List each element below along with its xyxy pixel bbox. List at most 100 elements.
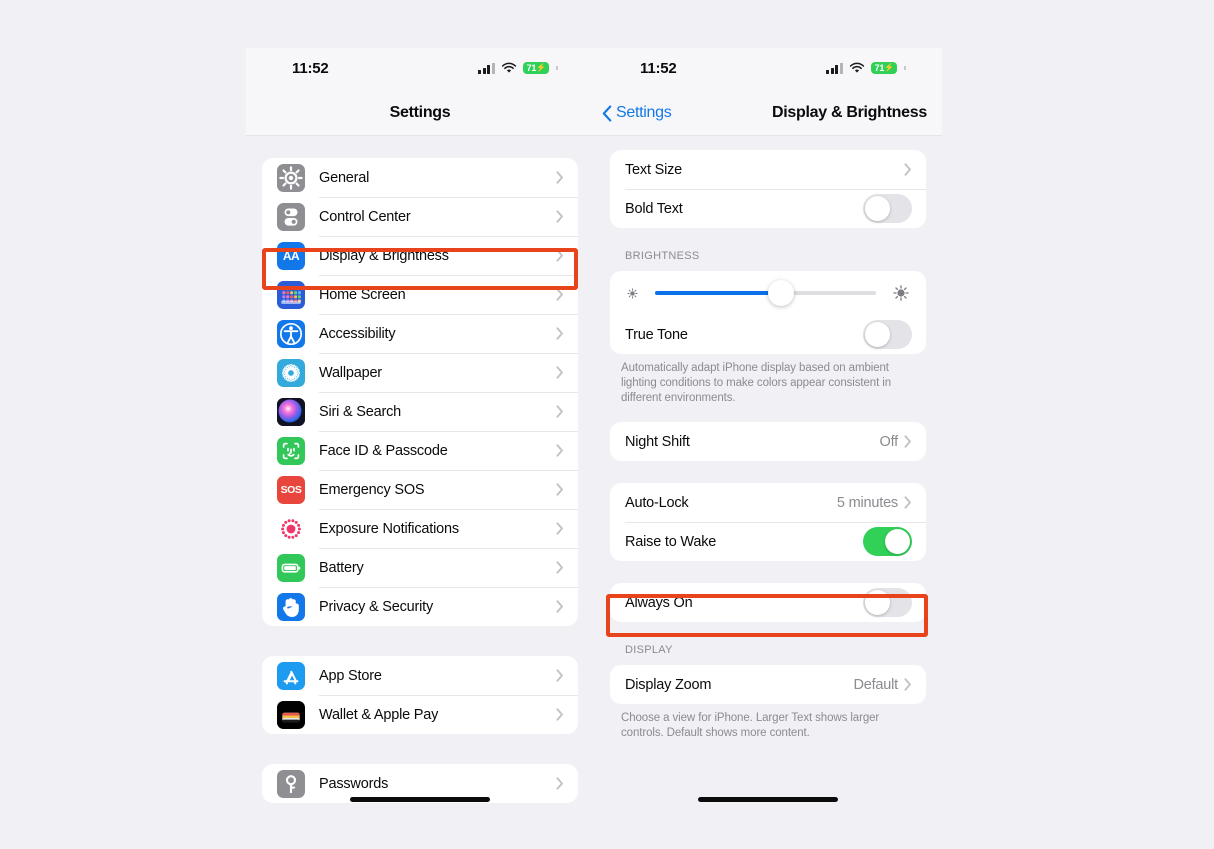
settings-phone-panel: 11:52 71 ⚡ Settings General Control Center… (246, 48, 594, 849)
settings-group-1: True Tone (610, 271, 926, 354)
nav-bar-right: Settings Display & Brightness (594, 92, 942, 136)
row-label: Battery (319, 559, 364, 576)
settings-scroll-area[interactable]: General Control Center AA Display & Brightn… (246, 136, 594, 849)
chevron-right-icon (556, 288, 563, 301)
row-value: 5 minutes (836, 494, 898, 511)
brightness-slider-row[interactable] (610, 271, 926, 315)
brightness-slider-fill (655, 291, 781, 295)
wallet-icon (277, 700, 305, 729)
section-footer: Choose a view for iPhone. Larger Text sh… (621, 712, 880, 739)
list-row-home-screen[interactable]: Home Screen (262, 275, 578, 314)
home-screen-icon (277, 280, 305, 309)
list-row-night-shift[interactable]: Night Shift Off (610, 422, 926, 461)
row-label: Passwords (319, 775, 389, 792)
status-time: 11:52 (640, 60, 677, 77)
row-label: Privacy & Security (319, 598, 434, 615)
row-label: Exposure Notifications (319, 520, 459, 537)
list-row-battery[interactable]: Battery (262, 548, 578, 587)
list-row-general[interactable]: General (262, 158, 578, 197)
exposure-notifications-icon (277, 514, 305, 543)
chevron-right-icon (556, 405, 563, 418)
siri-icon (277, 397, 305, 426)
home-indicator (350, 797, 490, 802)
toggle-switch[interactable] (863, 527, 912, 556)
row-label: True Tone (625, 326, 688, 343)
row-label: Raise to Wake (625, 533, 717, 550)
list-row-text-size[interactable]: Text Size (610, 150, 926, 189)
list-row-auto-lock[interactable]: Auto-Lock 5 minutes (610, 483, 926, 522)
row-label: App Store (319, 667, 382, 684)
back-button[interactable]: Settings (602, 104, 672, 122)
row-label: Accessibility (319, 325, 396, 342)
chevron-right-icon (904, 496, 911, 509)
toggle-knob (865, 590, 890, 615)
list-row-emergency-sos[interactable]: SOS Emergency SOS (262, 470, 578, 509)
display-settings-scroll-area[interactable]: Text Size Bold Text BRIGHTNESS True Tone Aut… (594, 136, 942, 849)
settings-group-0: Text Size Bold Text (610, 150, 926, 228)
wifi-icon (849, 62, 864, 73)
row-label: Text Size (625, 161, 683, 178)
list-row-always-on[interactable]: Always On (610, 583, 926, 622)
status-time: 11:52 (292, 60, 329, 77)
brightness-slider-thumb[interactable] (767, 280, 794, 306)
status-bar-left: 11:52 71 ⚡ (246, 48, 594, 92)
chevron-right-icon (556, 600, 563, 613)
row-value: Default (853, 676, 898, 693)
list-row-exposure-notifications[interactable]: Exposure Notifications (262, 509, 578, 548)
home-indicator (698, 797, 838, 802)
toggle-switch[interactable] (863, 588, 912, 617)
row-label: Display Zoom (625, 676, 712, 693)
row-label: Bold Text (625, 200, 683, 217)
toggle-knob (865, 196, 890, 221)
list-row-bold-text[interactable]: Bold Text (610, 189, 926, 228)
emergency-sos-icon: SOS (277, 475, 305, 504)
battery-settings-icon (277, 553, 305, 582)
battery-charging-glyph: ⚡ (884, 63, 894, 72)
chevron-right-icon (556, 522, 563, 535)
chevron-right-icon (556, 327, 563, 340)
battery-level: 71 (874, 62, 885, 73)
cellular-bars-icon (826, 62, 843, 74)
toggle-switch[interactable] (863, 194, 912, 223)
list-row-display-brightness[interactable]: AA Display & Brightness (262, 236, 578, 275)
row-label: Emergency SOS (319, 481, 425, 498)
toggle-switch[interactable] (863, 320, 912, 349)
chevron-right-icon (904, 678, 911, 691)
list-row-siri-search[interactable]: Siri & Search (262, 392, 578, 431)
chevron-left-icon (602, 104, 612, 122)
settings-group-0: General Control Center AA Display & Brightn… (262, 158, 578, 626)
privacy-hand-icon (277, 592, 305, 621)
settings-group-2: Night Shift Off (610, 422, 926, 461)
passwords-key-icon (277, 769, 305, 798)
row-label: General (319, 169, 370, 186)
list-row-true-tone[interactable]: True Tone (610, 315, 926, 354)
row-label: Face ID & Passcode (319, 442, 448, 459)
list-row-accessibility[interactable]: Accessibility (262, 314, 578, 353)
nav-bar-left: Settings (246, 92, 594, 136)
display-brightness-phone-panel: 11:52 71 ⚡ Settings Display & Brightness … (594, 48, 942, 849)
status-indicators: 71 ⚡ (826, 62, 906, 74)
status-bar-right: 11:52 71 ⚡ (594, 48, 942, 92)
list-row-face-id-passcode[interactable]: Face ID & Passcode (262, 431, 578, 470)
list-row-control-center[interactable]: Control Center (262, 197, 578, 236)
list-row-display-zoom[interactable]: Display Zoom Default (610, 665, 926, 704)
chevron-right-icon (556, 171, 563, 184)
chevron-right-icon (556, 669, 563, 682)
settings-group-4: Always On (610, 583, 926, 622)
list-row-wallet-apple-pay[interactable]: Wallet & Apple Pay (262, 695, 578, 734)
brightness-slider-track[interactable] (655, 280, 876, 306)
list-row-app-store[interactable]: App Store (262, 656, 578, 695)
wifi-icon (501, 62, 516, 73)
battery-nub-icon (904, 66, 906, 70)
row-label: Auto-Lock (625, 494, 689, 511)
section-footer: Automatically adapt iPhone display based… (621, 362, 892, 404)
list-row-wallpaper[interactable]: Wallpaper (262, 353, 578, 392)
row-label: Control Center (319, 208, 411, 225)
list-row-raise-to-wake[interactable]: Raise to Wake (610, 522, 926, 561)
chevron-right-icon (556, 366, 563, 379)
settings-group-3: Auto-Lock 5 minutes Raise to Wake (610, 483, 926, 561)
battery-icon: 71 ⚡ (522, 62, 549, 74)
list-row-privacy-security[interactable]: Privacy & Security (262, 587, 578, 626)
toggle-knob (885, 529, 910, 554)
page-title: Display & Brightness (772, 104, 927, 121)
